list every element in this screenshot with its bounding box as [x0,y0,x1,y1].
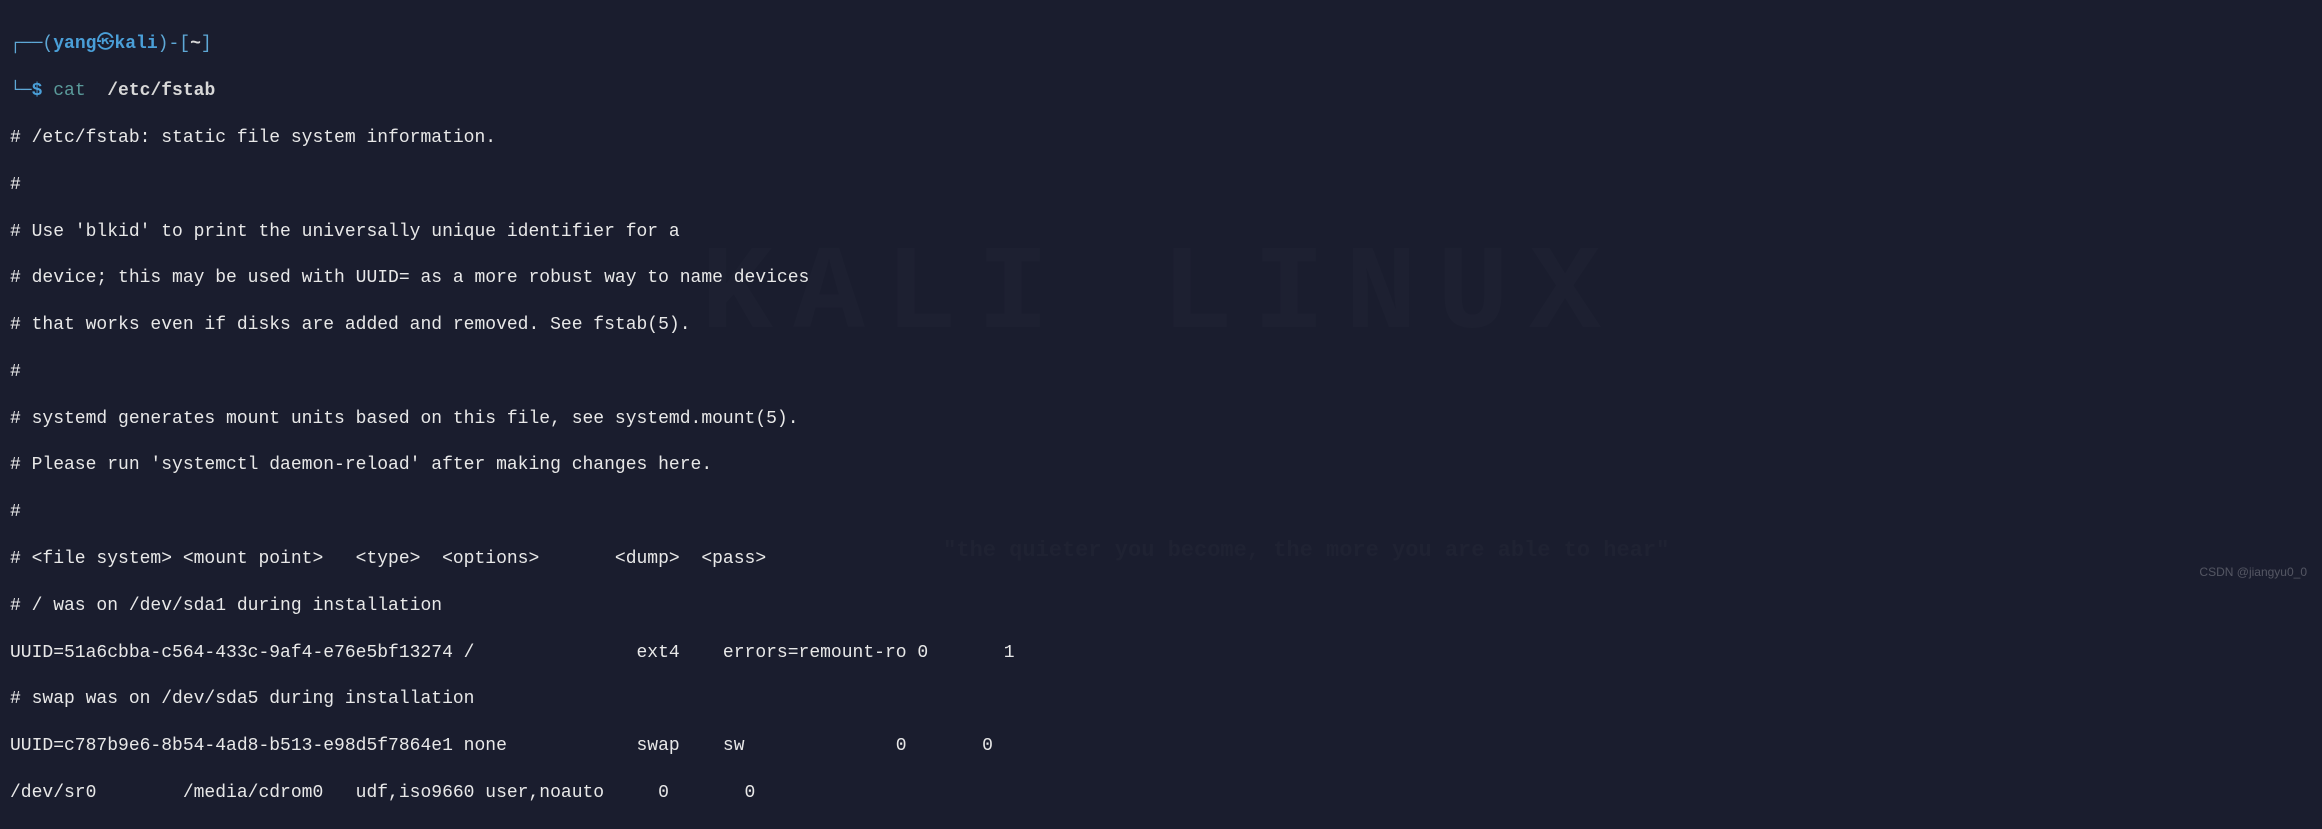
prompt-circle-icon: ㉿ [96,34,114,54]
output-line: # [10,361,2312,384]
output-line: # device; this may be used with UUID= as… [10,267,2312,290]
output-line: # Please run 'systemctl daemon-reload' a… [10,454,2312,477]
output-line: # <file system> <mount point> <type> <op… [10,548,2312,571]
csdn-watermark: CSDN @jiangyu0_0 [2199,565,2307,581]
prompt-path-close: ] [201,34,212,54]
prompt-line-1: ┌──(yang㉿kali)-[~] [10,33,2312,56]
output-line: # [10,174,2312,197]
output-line: /dev/sr0 /media/cdrom0 udf,iso9660 user,… [10,782,2312,805]
prompt-box-left: ┌──( [10,34,53,54]
prompt-dash: - [168,34,179,54]
output-line: # swap was on /dev/sda5 during installat… [10,688,2312,711]
command-name: cat [53,81,85,101]
prompt-dollar: $ [32,81,43,101]
output-line: # /etc/fstab: static file system informa… [10,127,2312,150]
output-line: # Use 'blkid' to print the universally u… [10,221,2312,244]
output-line: UUID=c787b9e6-8b54-4ad8-b513-e98d5f7864e… [10,735,2312,758]
prompt-line2-prefix: └─ [10,81,32,101]
output-line: # that works even if disks are added and… [10,314,2312,337]
prompt-path-open: [ [179,34,190,54]
prompt-host: kali [114,34,157,54]
prompt-close-paren: ) [158,34,169,54]
command-arg: /etc/fstab [107,81,215,101]
output-line: # / was on /dev/sda1 during installation [10,595,2312,618]
prompt-user: yang [53,34,96,54]
prompt-path: ~ [190,34,201,54]
output-line: # [10,501,2312,524]
prompt-line-2: └─$ cat /etc/fstab [10,80,2312,103]
terminal-output[interactable]: ┌──(yang㉿kali)-[~] └─$ cat /etc/fstab # … [10,10,2312,829]
output-line: # systemd generates mount units based on… [10,408,2312,431]
output-line: UUID=51a6cbba-c564-433c-9af4-e76e5bf1327… [10,642,2312,665]
